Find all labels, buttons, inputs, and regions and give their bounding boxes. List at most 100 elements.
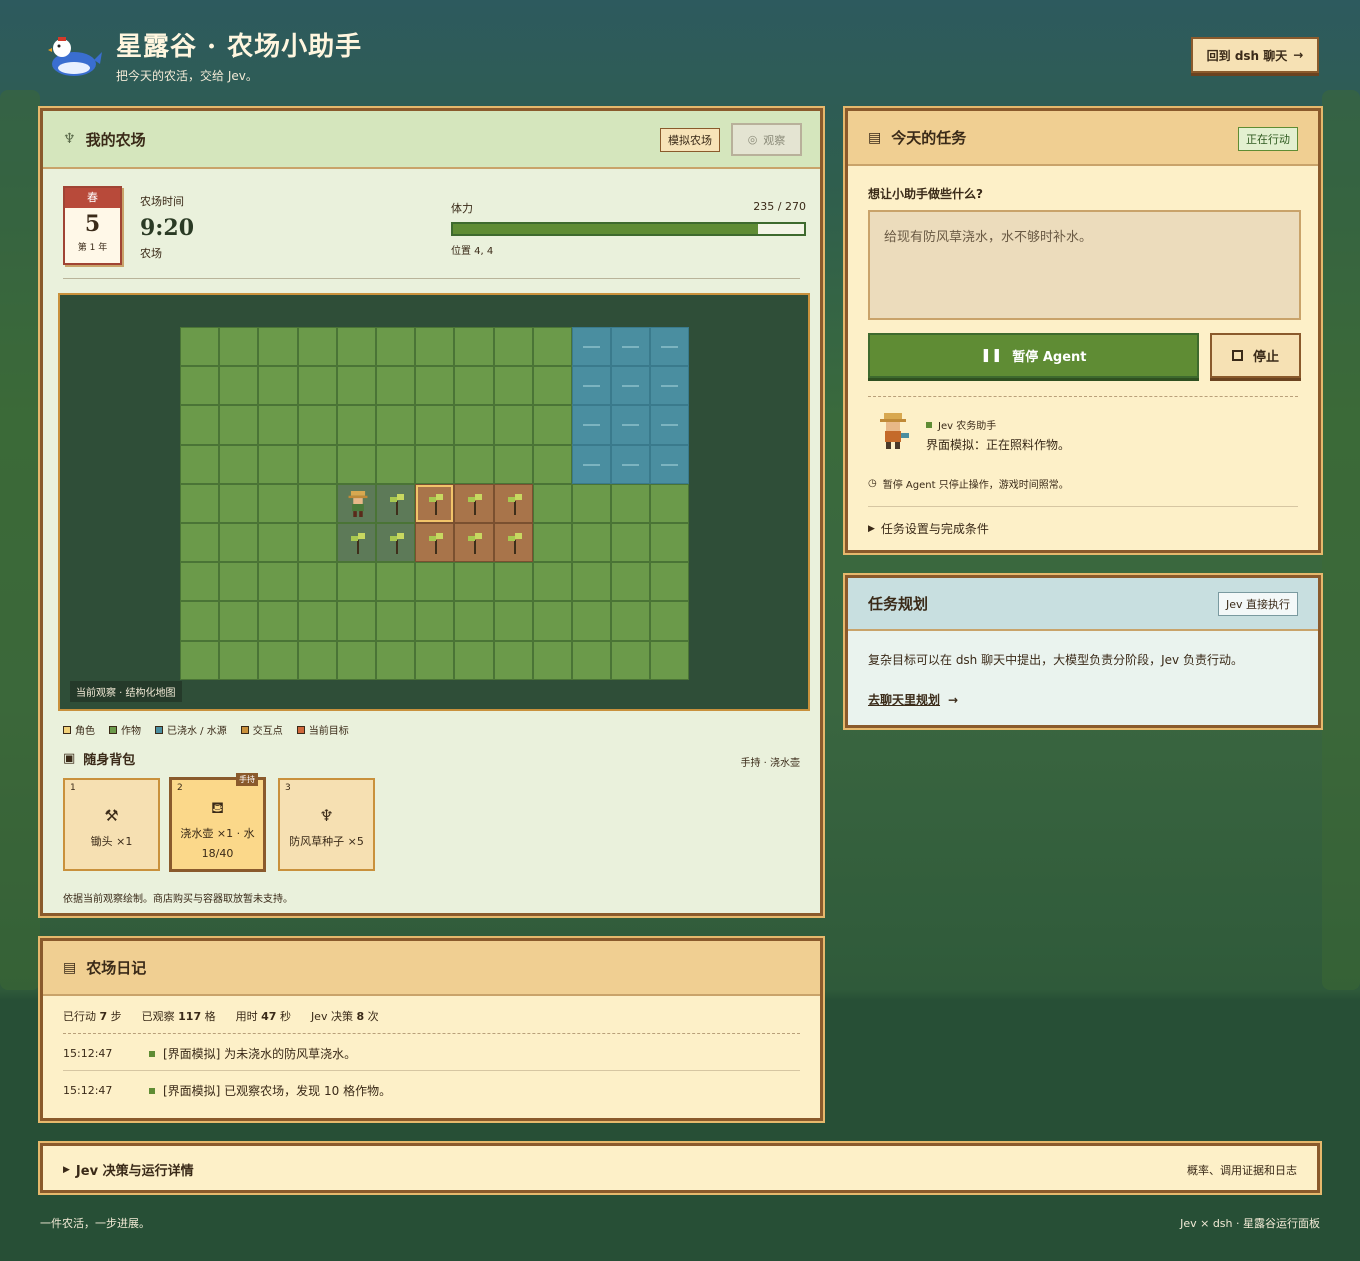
stop-button[interactable]: 停止	[1210, 333, 1301, 378]
map-cell	[611, 562, 651, 602]
water-cell	[571, 405, 612, 445]
legend-swatch	[109, 725, 117, 734]
map-cell	[532, 444, 572, 484]
map-cell	[297, 483, 337, 523]
inventory: 1 ⚒ 锄头 ×1 手持 2 ⛾ 浇水壶 ×1 · 水 18/40 3 ♆ 防风…	[63, 773, 380, 872]
backpack-icon: ▣	[63, 751, 76, 766]
crop-cell	[454, 483, 494, 523]
map-note: 依据当前观察绘制。商店购买与容器取放暂未支持。	[63, 894, 293, 905]
map-cell	[415, 405, 455, 445]
map-cell	[258, 562, 298, 602]
holding-indicator: 手持 · 浇水壶	[740, 758, 800, 769]
map-cell	[258, 640, 298, 680]
caret-right-icon: ▶	[868, 523, 875, 534]
map-cell	[415, 366, 455, 406]
map-cell	[180, 562, 220, 602]
run-details-toggle[interactable]: ▶ Jev 决策与运行详情 概率、调用证据和日志	[40, 1143, 1320, 1193]
pause-agent-button[interactable]: ❚❚ 暂停 Agent	[868, 333, 1199, 378]
map-cell	[415, 640, 455, 680]
map-cell	[454, 640, 494, 680]
water-cell	[571, 327, 612, 367]
entry-text: [界面模拟] 为未浇水的防风草浇水。	[163, 1047, 357, 1061]
task-input[interactable]: 给现有防风草浇水，水不够时补水。	[868, 210, 1301, 320]
calendar-card: 春 5 第 1 年	[63, 186, 122, 265]
plan-description: 复杂目标可以在 dsh 聊天中提出，大模型负责分阶段，Jev 负责行动。	[868, 653, 1243, 667]
stamina-block: 体力 235 / 270 位置 4, 4	[451, 200, 806, 257]
map-cell	[258, 444, 298, 484]
prompt-label: 想让小助手做些什么?	[868, 187, 983, 201]
stamina-label: 体力	[451, 202, 473, 215]
map-cell	[375, 366, 416, 406]
water-cell	[650, 444, 690, 484]
slot-number: 2	[177, 783, 183, 793]
observe-label: 观察	[763, 133, 786, 147]
map-cell	[415, 444, 455, 484]
status-badge: 正在行动	[1238, 127, 1298, 151]
map-cell	[650, 483, 690, 523]
map-cell	[336, 327, 376, 367]
map-cell	[297, 522, 337, 563]
water-cell	[571, 444, 612, 484]
map-cell	[375, 405, 416, 445]
footer-right: Jev × dsh · 星露谷运行面板	[1180, 1217, 1320, 1230]
stat-observed: 已观察 117 格	[141, 1010, 216, 1023]
stat-decisions: Jev 决策 8 次	[310, 1010, 379, 1023]
slot-number: 3	[285, 783, 291, 793]
crop-cell	[493, 483, 533, 523]
caret-right-icon: ▶	[63, 1164, 70, 1175]
map-cell	[571, 562, 612, 602]
map-cell	[219, 444, 259, 484]
observe-button[interactable]: ◎ 观察	[731, 123, 802, 156]
map-cell	[454, 444, 494, 484]
slot-sublabel: 18/40	[201, 847, 234, 860]
stat-steps: 已行动 7 步	[63, 1010, 122, 1023]
map-legend: 角色 作物 已浇水 / 水源 交互点 当前目标	[63, 722, 349, 737]
map-cell	[336, 562, 376, 602]
legend-item: 已浇水 / 水源	[155, 722, 227, 737]
farm-map: 当前观察 · 结构化地图	[58, 293, 810, 711]
map-cell	[336, 366, 376, 406]
task-settings-label: 任务设置与完成条件	[880, 522, 989, 536]
water-cell	[650, 405, 690, 445]
page-title: 星露谷 · 农场小助手	[116, 32, 363, 62]
plan-chat-link[interactable]: 去聊天里规划 →	[868, 691, 958, 708]
inventory-slot-3[interactable]: 3 ♆ 防风草种子 ×5	[278, 778, 375, 871]
map-cell	[336, 601, 376, 641]
map-cell	[611, 522, 651, 563]
map-cell	[532, 601, 572, 641]
map-cell	[571, 522, 612, 563]
slot-number: 1	[70, 783, 76, 793]
map-cell	[297, 601, 337, 641]
back-to-chat-button[interactable]: 回到 dsh 聊天 →	[1191, 37, 1319, 73]
legend-item: 作物	[109, 722, 141, 737]
legend-item: 交互点	[240, 722, 283, 737]
map-cell	[258, 601, 298, 641]
map-cell	[180, 444, 220, 484]
details-hint: 概率、调用证据和日志	[1187, 1164, 1297, 1177]
crop-cell	[454, 522, 494, 563]
background-foliage	[1322, 90, 1360, 990]
arrow-right-icon: →	[1293, 48, 1304, 62]
inventory-slot-2[interactable]: 手持 2 ⛾ 浇水壶 ×1 · 水 18/40	[169, 773, 266, 872]
map-cell	[454, 562, 494, 602]
slot-label: 锄头 ×1	[90, 835, 133, 848]
task-settings-toggle[interactable]: ▶ 任务设置与完成条件	[868, 520, 989, 537]
map-cell	[219, 522, 259, 563]
map-cell	[532, 522, 572, 563]
map-cell	[532, 405, 572, 445]
map-cell	[258, 405, 298, 445]
farm-time: 9:20	[140, 215, 195, 241]
inventory-slot-1[interactable]: 1 ⚒ 锄头 ×1	[63, 778, 160, 871]
sprout-icon: ♆	[63, 131, 76, 147]
task-panel: ▤ 今天的任务 正在行动 想让小助手做些什么? 给现有防风草浇水，水不够时补水。…	[845, 108, 1321, 553]
map-cell	[375, 562, 416, 602]
inventory-title: 随身背包	[83, 753, 136, 768]
water-cell	[611, 327, 651, 367]
map-cell	[180, 522, 220, 563]
clock-icon: ◷	[868, 478, 877, 489]
legend-swatch	[240, 725, 249, 734]
map-cell	[297, 327, 337, 367]
map-cell	[297, 640, 337, 680]
task-input-value: 给现有防风草浇水，水不够时补水。	[884, 230, 1093, 245]
stat-elapsed: 用时 47 秒	[235, 1010, 291, 1023]
